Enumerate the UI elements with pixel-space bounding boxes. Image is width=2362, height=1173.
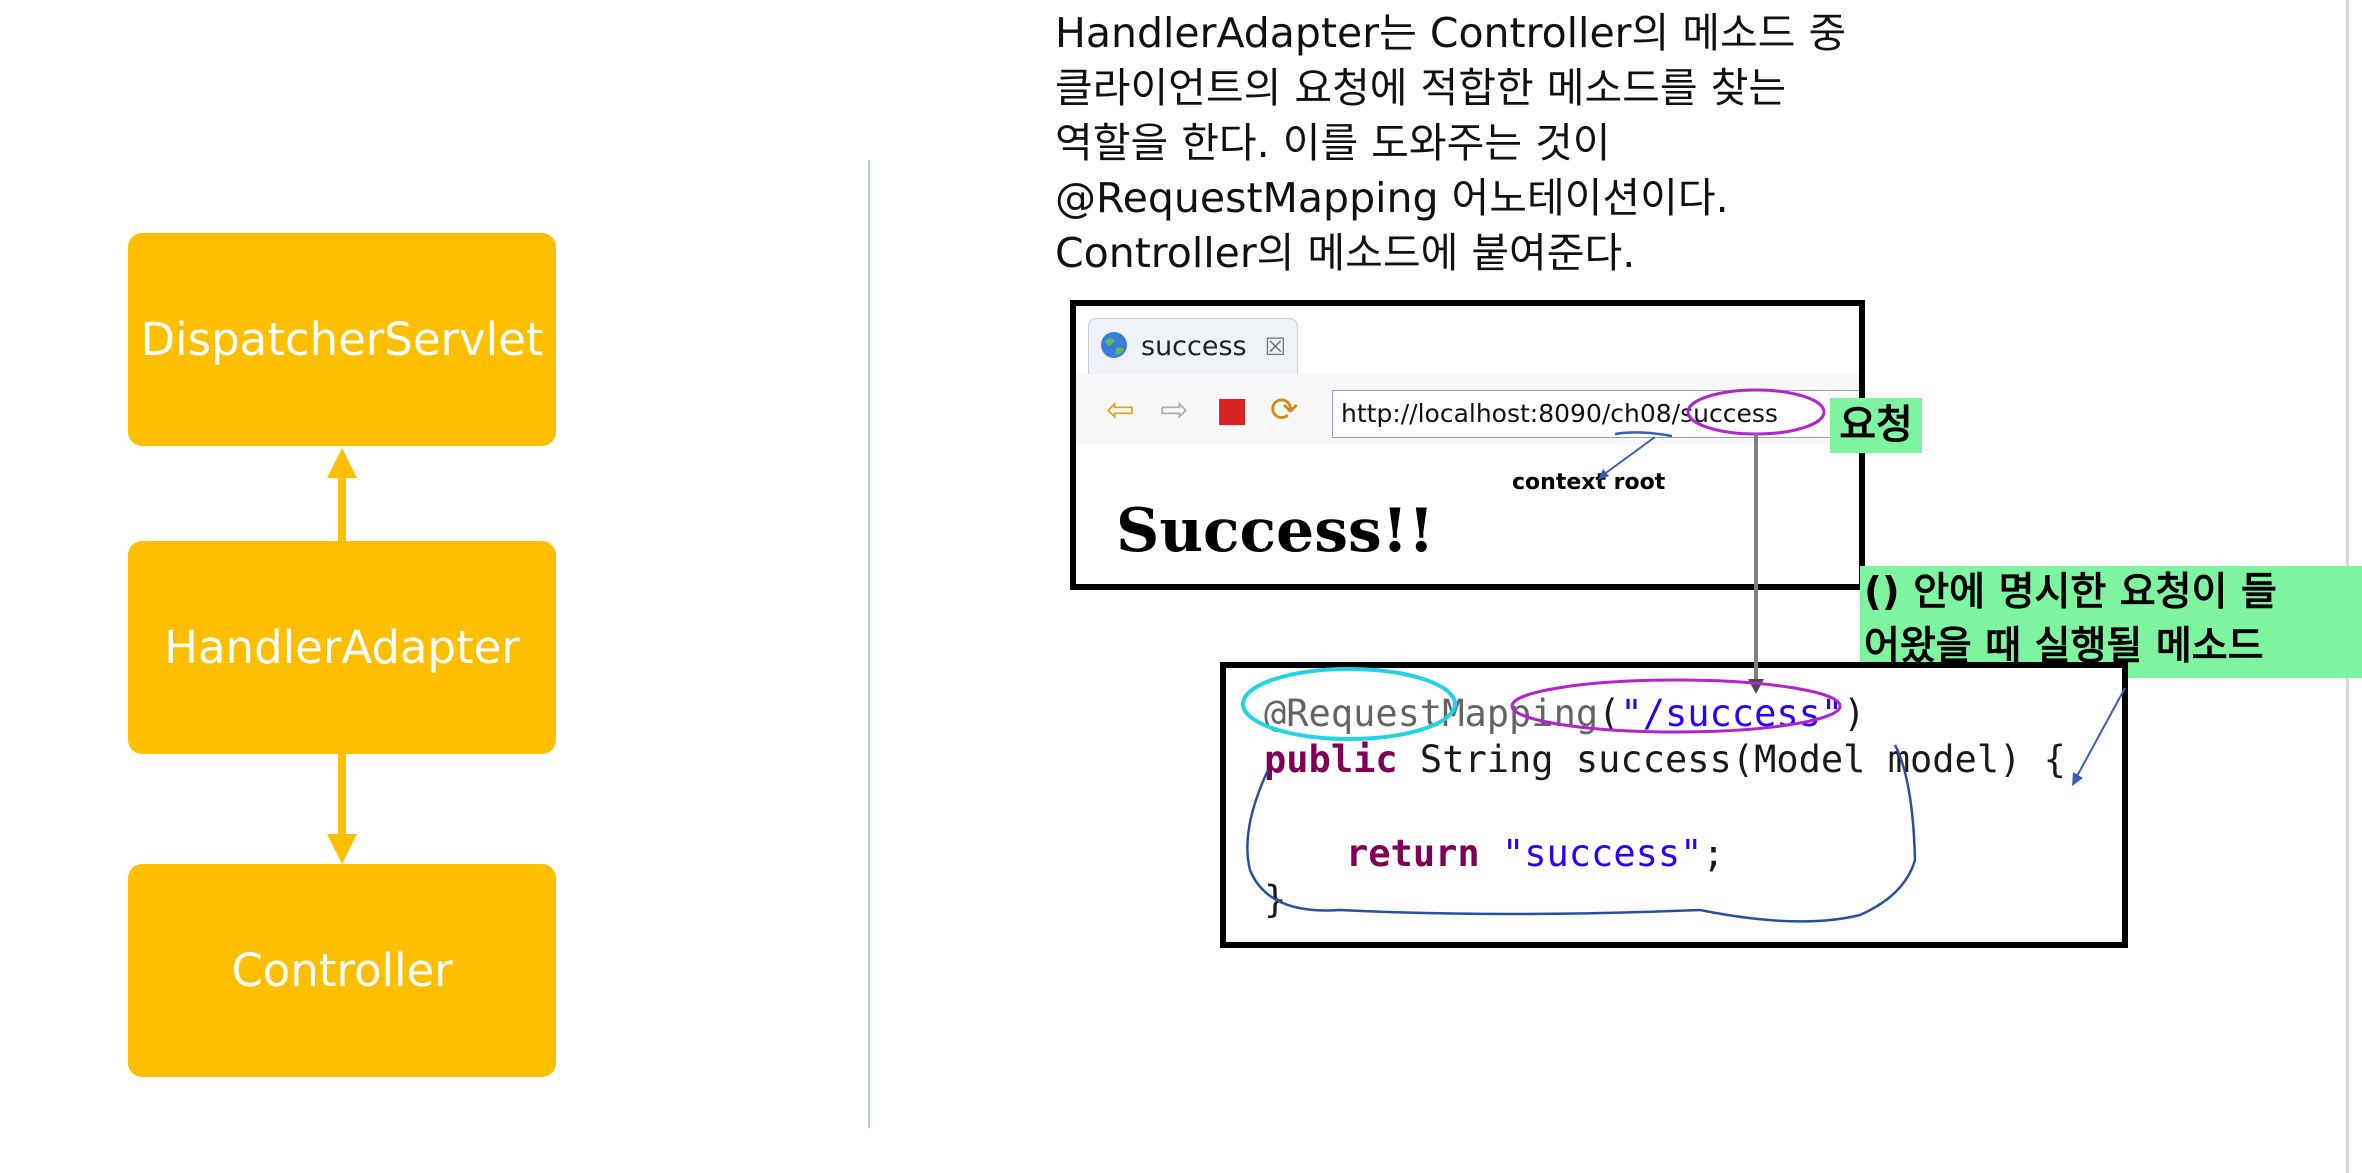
page-content-text: Success!! <box>1116 496 1435 566</box>
handler-adapter-label: HandlerAdapter <box>164 621 520 674</box>
close-icon[interactable]: ☒ <box>1265 333 1287 361</box>
handler-adapter-box: HandlerAdapter <box>128 541 556 754</box>
paren-token: ) <box>1843 692 1866 735</box>
semicolon-token: ; <box>1702 832 1725 875</box>
refresh-icon[interactable]: ⟳ <box>1270 392 1299 428</box>
request-label: 요청 <box>1830 398 1922 453</box>
code-snippet: @RequestMapping("/success") public Strin… <box>1220 662 2128 948</box>
arrow-handler-to-controller <box>327 754 357 864</box>
code-line-return: return "success"; <box>1346 832 1725 875</box>
url-bar[interactable]: http://localhost:8090/ch08/success <box>1332 390 1859 438</box>
description-line: HandlerAdapter는 Controller의 메소드 중 <box>1055 9 1847 57</box>
dispatcher-servlet-label: DispatcherServlet <box>140 313 544 366</box>
signature-token: String success(Model model) { <box>1397 738 2066 781</box>
explanation-line: () 안에 명시한 요청이 들 <box>1864 570 2277 615</box>
tab-title: success <box>1141 331 1247 362</box>
annotation-token: @RequestMapping <box>1264 692 1599 735</box>
mapping-value-token: "/success" <box>1620 692 1844 735</box>
stop-icon[interactable]: ■ <box>1216 392 1248 428</box>
code-line-signature: public String success(Model model) { <box>1264 738 2066 781</box>
paren-token: ( <box>1598 692 1621 735</box>
forward-arrow-icon[interactable]: ⇨ <box>1160 392 1189 428</box>
controller-box: Controller <box>128 864 556 1077</box>
arrow-handler-to-dispatcher <box>327 448 357 541</box>
dispatcher-servlet-box: DispatcherServlet <box>128 233 556 446</box>
code-line-annotation: @RequestMapping("/success") <box>1264 692 1865 735</box>
context-root-label: context root <box>1512 470 1666 495</box>
description-line: @RequestMapping 어노테이션이다. <box>1055 174 1729 222</box>
browser-screenshot: success ☒ ⇦ ⇨ ■ ⟳ http://localhost:8090/… <box>1070 300 1865 590</box>
globe-icon <box>1099 330 1129 364</box>
return-value-token: "success" <box>1501 832 1703 875</box>
keyword-token: public <box>1264 738 1398 781</box>
back-arrow-icon[interactable]: ⇦ <box>1106 392 1135 428</box>
description-line: 클라이언트의 요청에 적합한 메소드를 찾는 <box>1055 64 1787 112</box>
description-line: Controller의 메소드에 붙여준다. <box>1055 229 1636 277</box>
code-line-close: } <box>1264 878 1287 921</box>
keyword-token: return <box>1346 832 1480 875</box>
description-text: HandlerAdapter는 Controller의 메소드 중 클라이언트의… <box>1055 6 1995 281</box>
vertical-divider <box>868 160 870 1128</box>
controller-label: Controller <box>231 944 453 997</box>
browser-tab[interactable]: success ☒ <box>1088 318 1298 374</box>
description-line: 역할을 한다. 이를 도와주는 것이 <box>1055 119 1611 167</box>
